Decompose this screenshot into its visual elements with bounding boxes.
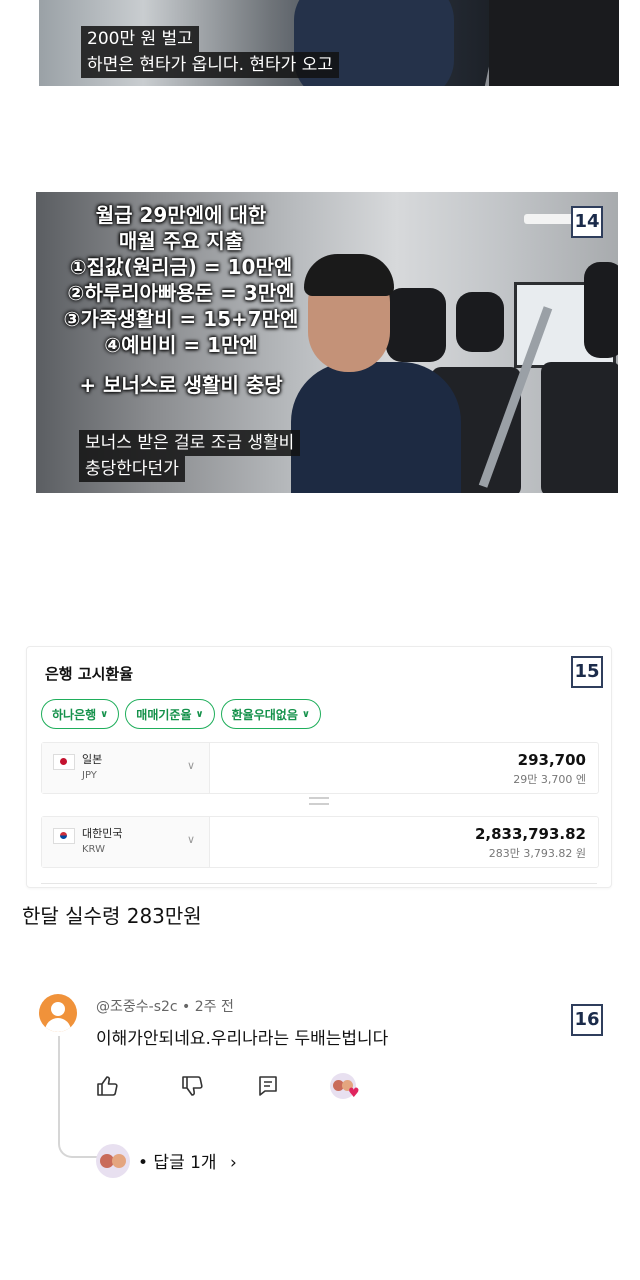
comment-author[interactable]: @조중수-s2c — [96, 999, 178, 1015]
amount-input[interactable]: 293,700 — [518, 751, 586, 769]
expense-item: ②하루리아빠용돈 = 3만엔 — [67, 281, 295, 305]
avatar-head — [51, 1002, 65, 1016]
replies-label: • 답글 1개 — [138, 1153, 217, 1173]
amount-output[interactable]: 2,833,793.82 — [475, 825, 586, 843]
headrest — [386, 288, 446, 362]
chip-label: 매매기준율 — [136, 707, 192, 722]
subtitle-line: 충당한다던가 — [79, 456, 185, 482]
caption-text: 한달 실수령 283만원 — [22, 904, 202, 928]
number-badge: 14 — [571, 206, 603, 238]
chevron-down-icon: ∨ — [195, 708, 204, 720]
chip-label: 환율우대없음 — [231, 707, 298, 722]
number-badge: 16 — [571, 1004, 603, 1036]
country-name: 대한민국 — [82, 827, 123, 840]
currency-select-jpy[interactable]: 일본 JPY ∨ — [42, 743, 210, 793]
bank-select-chip[interactable]: 하나은행 ∨ — [41, 699, 120, 729]
creator-heart-icon: ♥ — [348, 1086, 360, 1101]
headrest — [584, 262, 618, 358]
expense-item: ③가족생활비 = 15+7만엔 — [63, 307, 299, 331]
subtitle-line: 200만 원 벌고 — [81, 26, 199, 52]
expense-item: ①집값(원리금) = 10만엔 — [69, 255, 293, 279]
amount-korean: 29만 3,700 엔 — [513, 773, 586, 786]
headrest — [456, 292, 504, 352]
card-title: 은행 고시환율 — [45, 665, 134, 683]
number-badge: 15 — [571, 656, 603, 688]
currency-code: KRW — [82, 844, 105, 855]
reply-thread-line — [58, 1036, 100, 1158]
overlay-title: 월급 29만엔에 대한 — [95, 203, 267, 227]
chevron-down-icon: ∨ — [100, 708, 109, 720]
chevron-down-icon: ∨ — [187, 759, 196, 772]
exchange-rate-card: 은행 고시환율 하나은행 ∨ 매매기준율 ∨ 환율우대없음 ∨ 일본 JPY ∨… — [26, 646, 612, 888]
subtitle-line: 하면은 현타가 옵니다. 현타가 오고 — [81, 52, 339, 78]
currency-row-from: 일본 JPY ∨ 293,700 29만 3,700 엔 — [41, 742, 599, 794]
seat-back — [541, 362, 618, 493]
subtitle-line: 보너스 받은 걸로 조금 생활비 — [79, 430, 301, 456]
reply-icon[interactable] — [256, 1074, 280, 1098]
currency-select-krw[interactable]: 대한민국 KRW ∨ — [42, 817, 210, 867]
car-seat — [489, 0, 619, 86]
video-frame-top: 200만 원 벌고 하면은 현타가 옵니다. 현타가 오고 — [39, 0, 619, 86]
country-name: 일본 — [82, 753, 103, 766]
comment-meta: @조중수-s2c • 2주 전 — [96, 996, 234, 1016]
avatar-body — [45, 1018, 71, 1032]
korea-flag-icon — [53, 828, 75, 844]
overlay-bonus: + 보너스로 생활비 충당 — [79, 373, 283, 397]
video-frame-expenses: 월급 29만엔에 대한 매월 주요 지출 ①집값(원리금) = 10만엔 ②하루… — [36, 192, 618, 493]
commenter-avatar[interactable] — [39, 994, 77, 1032]
chip-label: 하나은행 — [52, 707, 97, 722]
chevron-right-icon: › — [229, 1153, 237, 1173]
expense-item: ④예비비 = 1만엔 — [104, 333, 258, 357]
ceiling-light — [524, 214, 576, 224]
discount-chip[interactable]: 환율우대없음 ∨ — [220, 699, 321, 729]
comment-text: 이해가안되네요.우리나라는 두배는법니다 — [96, 1029, 389, 1049]
expense-overlay: 월급 29만엔에 대한 매월 주요 지출 ①집값(원리금) = 10만엔 ②하루… — [46, 202, 316, 398]
rate-type-chip[interactable]: 매매기준율 ∨ — [125, 699, 215, 729]
comment-time: 2주 전 — [194, 999, 234, 1015]
meta-separator: • — [182, 999, 191, 1015]
amount-korean: 283만 3,793.82 원 — [488, 847, 586, 860]
chevron-down-icon: ∨ — [187, 833, 196, 846]
dislike-icon[interactable] — [180, 1074, 204, 1098]
chevron-down-icon: ∨ — [301, 708, 310, 720]
japan-flag-icon — [53, 754, 75, 770]
person-shirt — [291, 362, 461, 493]
currency-code: JPY — [82, 770, 97, 781]
person-hair — [304, 254, 394, 296]
currency-row-to: 대한민국 KRW ∨ 2,833,793.82 283만 3,793.82 원 — [41, 816, 599, 868]
filter-chips: 하나은행 ∨ 매매기준율 ∨ 환율우대없음 ∨ — [41, 699, 321, 729]
overlay-title: 매월 주요 지출 — [118, 229, 244, 253]
divider — [41, 883, 597, 884]
replies-toggle[interactable]: • 답글 1개 › — [138, 1148, 237, 1173]
equals-icon — [309, 797, 329, 805]
replier-avatar[interactable] — [96, 1144, 130, 1178]
face-icon — [112, 1154, 126, 1168]
